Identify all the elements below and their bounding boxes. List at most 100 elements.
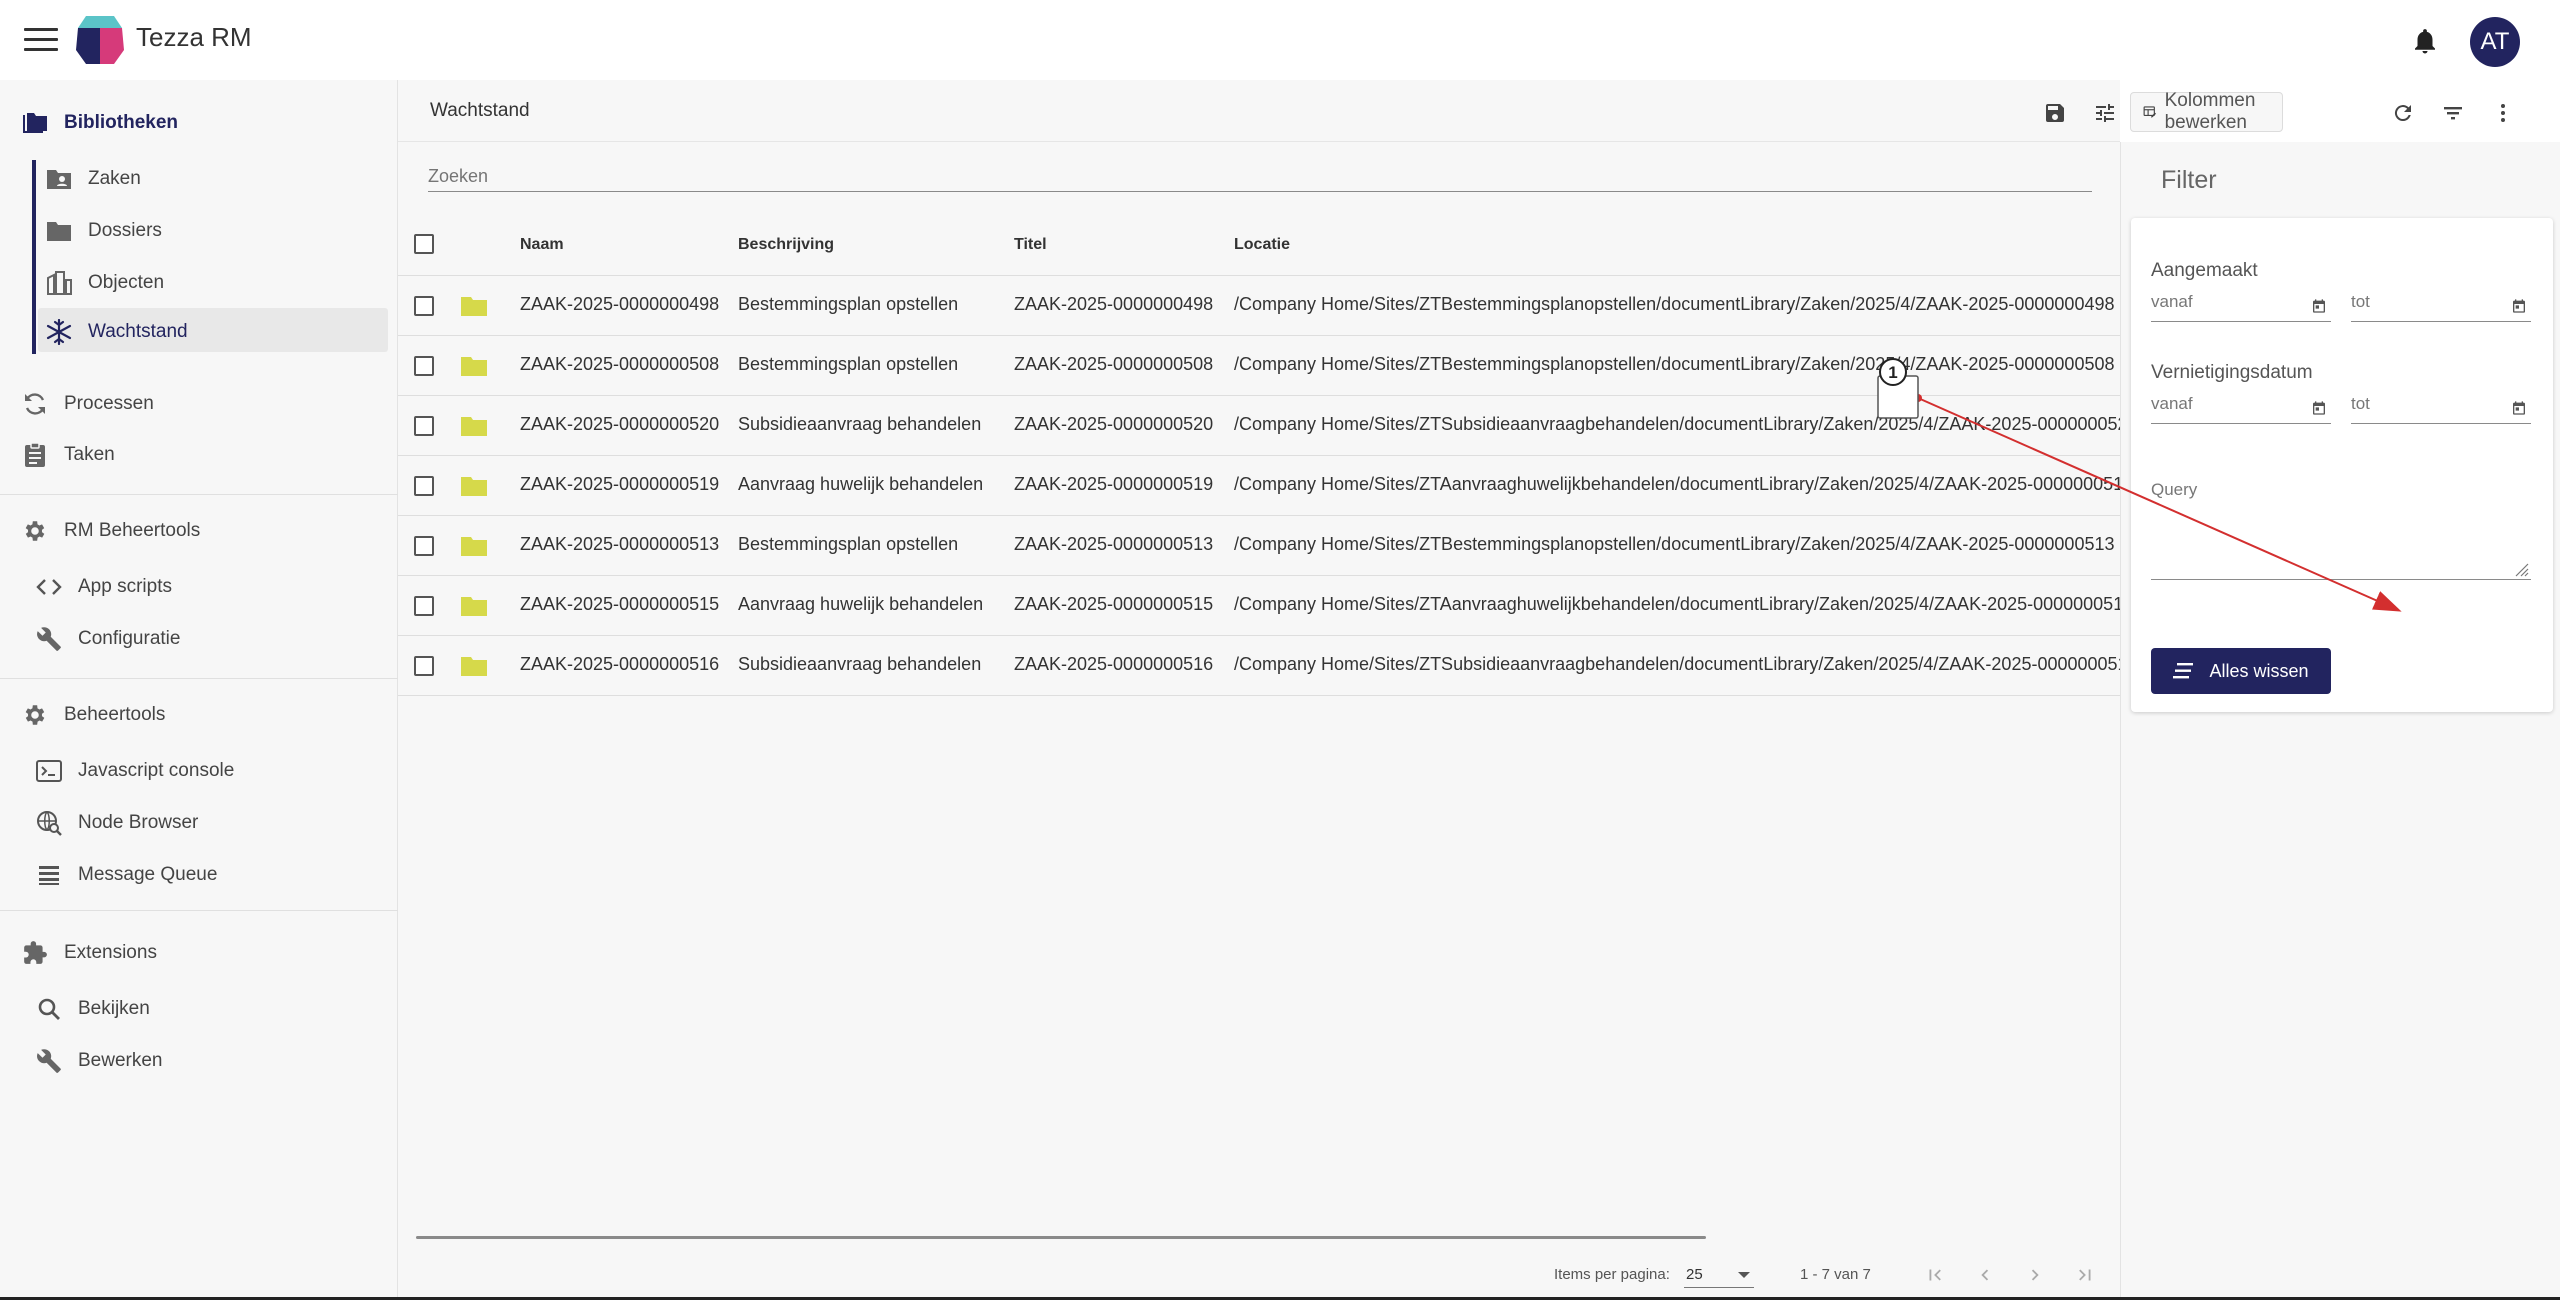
- sidebar-item-zaken[interactable]: Zaken: [44, 164, 141, 194]
- cell-naam: ZAAK-2025-0000000508: [520, 354, 720, 374]
- cell-locatie: /Company Home/Sites/ZTBestemmingsplanops…: [1234, 534, 2115, 554]
- cell-naam: ZAAK-2025-0000000515: [520, 594, 720, 614]
- tezza-logo: [76, 16, 124, 64]
- calendar-icon[interactable]: [2311, 298, 2327, 314]
- main-content: Wachtstand Kolommen bewerken Naam Beschr…: [398, 80, 2505, 1300]
- sidebar-item-configuratie[interactable]: Configuratie: [34, 624, 180, 654]
- save-icon[interactable]: [2040, 98, 2070, 128]
- calendar-icon[interactable]: [2311, 400, 2327, 416]
- previous-page-icon[interactable]: [1970, 1260, 2000, 1290]
- sidebar-item-processen[interactable]: Processen: [20, 389, 154, 419]
- row-checkbox[interactable]: [414, 536, 434, 556]
- sidebar-item-bewerken[interactable]: Bewerken: [34, 1046, 163, 1076]
- vernietigingsdatum-from-field[interactable]: vanaf: [2151, 394, 2331, 424]
- edit-columns-label: Kolommen bewerken: [2164, 90, 2256, 133]
- table-row[interactable]: ZAAK-2025-0000000513 Bestemmingsplan ops…: [398, 516, 2120, 576]
- sidebar-item-objecten[interactable]: Objecten: [44, 268, 164, 298]
- horizontal-scrollbar[interactable]: [416, 1236, 1706, 1239]
- next-page-icon[interactable]: [2020, 1260, 2050, 1290]
- sidebar-item-wachtstand[interactable]: Wachtstand: [44, 317, 188, 347]
- row-checkbox[interactable]: [414, 656, 434, 676]
- column-header-locatie[interactable]: Locatie: [1234, 236, 1290, 254]
- cell-naam: ZAAK-2025-0000000519: [520, 474, 720, 494]
- aangemaakt-from-field[interactable]: vanaf: [2151, 292, 2331, 322]
- sidebar-item-label: Taken: [64, 444, 115, 465]
- sidebar-item-label: Configuratie: [78, 628, 181, 649]
- sidebar-item-beheertools[interactable]: Beheertools: [20, 700, 165, 730]
- calendar-icon[interactable]: [2511, 298, 2527, 314]
- table-row[interactable]: ZAAK-2025-0000000515 Aanvraag huwelijk b…: [398, 576, 2133, 636]
- cell-locatie: /Company Home/Sites/ZTSubsidieaanvraagbe…: [1234, 654, 2138, 674]
- sidebar-item-rm-beheertools[interactable]: RM Beheertools: [20, 516, 200, 546]
- column-header-beschrijving[interactable]: Beschrijving: [738, 236, 834, 254]
- sidebar-item-dossiers[interactable]: Dossiers: [44, 216, 162, 246]
- table-row[interactable]: ZAAK-2025-0000000519 Aanvraag huwelijk b…: [398, 456, 2133, 516]
- table-row[interactable]: ZAAK-2025-0000000516 Subsidieaanvraag be…: [398, 636, 2138, 696]
- cell-naam: ZAAK-2025-0000000513: [520, 534, 720, 554]
- aangemaakt-to-field[interactable]: tot: [2351, 292, 2531, 322]
- refresh-icon[interactable]: [2388, 98, 2418, 128]
- first-page-icon[interactable]: [1920, 1260, 1950, 1290]
- column-header-titel[interactable]: Titel: [1014, 236, 1047, 254]
- search-icon: [34, 994, 64, 1024]
- search-input[interactable]: [428, 162, 2092, 192]
- row-checkbox[interactable]: [414, 596, 434, 616]
- cell-locatie: /Company Home/Sites/ZTBestemmingsplanops…: [1234, 354, 2115, 374]
- last-page-icon[interactable]: [2070, 1260, 2100, 1290]
- folder-icon: [461, 417, 487, 436]
- filter-panel: Filter Aangemaakt vanaf tot Vernietiging…: [2120, 142, 2560, 1300]
- row-checkbox[interactable]: [414, 416, 434, 436]
- table-header: Naam Beschrijving Titel Locatie: [398, 214, 2120, 276]
- cell-locatie: /Company Home/Sites/ZTAanvraaghuwelijkbe…: [1234, 594, 2134, 614]
- table-row[interactable]: ZAAK-2025-0000000520 Subsidieaanvraag be…: [398, 396, 2138, 456]
- edit-columns-button[interactable]: Kolommen bewerken: [2130, 90, 2283, 133]
- clear-all-button[interactable]: Alles wissen: [2151, 648, 2331, 694]
- table-row[interactable]: ZAAK-2025-0000000498 Bestemmingsplan ops…: [398, 276, 2120, 336]
- calendar-icon[interactable]: [2511, 400, 2527, 416]
- row-checkbox[interactable]: [414, 476, 434, 496]
- sidebar-item-javascript-console[interactable]: Javascript console: [34, 756, 234, 786]
- sidebar-item-label: Extensions: [64, 942, 157, 963]
- sidebar-item-taken[interactable]: Taken: [20, 440, 115, 470]
- folder-icon: [461, 477, 487, 496]
- folder-icon: [461, 297, 487, 316]
- cell-beschrijving: Aanvraag huwelijk behandelen: [738, 474, 984, 494]
- cell-titel: ZAAK-2025-0000000498: [1014, 294, 1214, 314]
- more-options-icon[interactable]: [2488, 98, 2518, 128]
- items-per-page-label: Items per pagina:: [1554, 1266, 1670, 1283]
- sidebar-item-message-queue[interactable]: Message Queue: [34, 860, 217, 890]
- terminal-icon: [34, 756, 64, 786]
- clear-all-icon: [2173, 663, 2194, 679]
- user-avatar[interactable]: AT: [2470, 17, 2520, 67]
- filter-icon[interactable]: [2438, 98, 2468, 128]
- page-size-select[interactable]: 25: [1684, 1260, 1754, 1288]
- clipboard-icon: [20, 440, 50, 470]
- divider: [0, 494, 398, 495]
- field-placeholder: tot: [2351, 292, 2370, 311]
- query-textarea[interactable]: Query: [2151, 480, 2531, 580]
- column-header-naam[interactable]: Naam: [520, 236, 564, 254]
- queue-icon: [34, 860, 64, 890]
- menu-icon[interactable]: [24, 28, 58, 54]
- cell-titel: ZAAK-2025-0000000515: [1014, 594, 1214, 614]
- row-checkbox[interactable]: [414, 296, 434, 316]
- vernietigingsdatum-to-field[interactable]: tot: [2351, 394, 2531, 424]
- notifications-icon[interactable]: [2410, 26, 2440, 56]
- building-icon: [44, 268, 74, 298]
- sidebar-item-node-browser[interactable]: Node Browser: [34, 808, 198, 838]
- top-bar: Tezza RM AT: [0, 0, 2560, 80]
- sidebar-item-label: Beheertools: [64, 704, 166, 725]
- tune-icon[interactable]: [2090, 98, 2120, 128]
- sidebar-item-label: Objecten: [88, 272, 165, 293]
- cell-beschrijving: Aanvraag huwelijk behandelen: [738, 594, 984, 614]
- sidebar-item-bibliotheken[interactable]: Bibliotheken: [20, 108, 178, 138]
- sidebar-item-extensions[interactable]: Extensions: [20, 938, 157, 968]
- resize-handle-icon[interactable]: [2513, 561, 2529, 577]
- wrench-icon: [34, 624, 64, 654]
- table-row[interactable]: ZAAK-2025-0000000508 Bestemmingsplan ops…: [398, 336, 2120, 396]
- sidebar-item-app-scripts[interactable]: App scripts: [34, 572, 172, 602]
- cell-locatie: /Company Home/Sites/ZTAanvraaghuwelijkbe…: [1234, 474, 2134, 494]
- select-all-checkbox[interactable]: [414, 234, 434, 254]
- row-checkbox[interactable]: [414, 356, 434, 376]
- sidebar-item-bekijken[interactable]: Bekijken: [34, 994, 150, 1024]
